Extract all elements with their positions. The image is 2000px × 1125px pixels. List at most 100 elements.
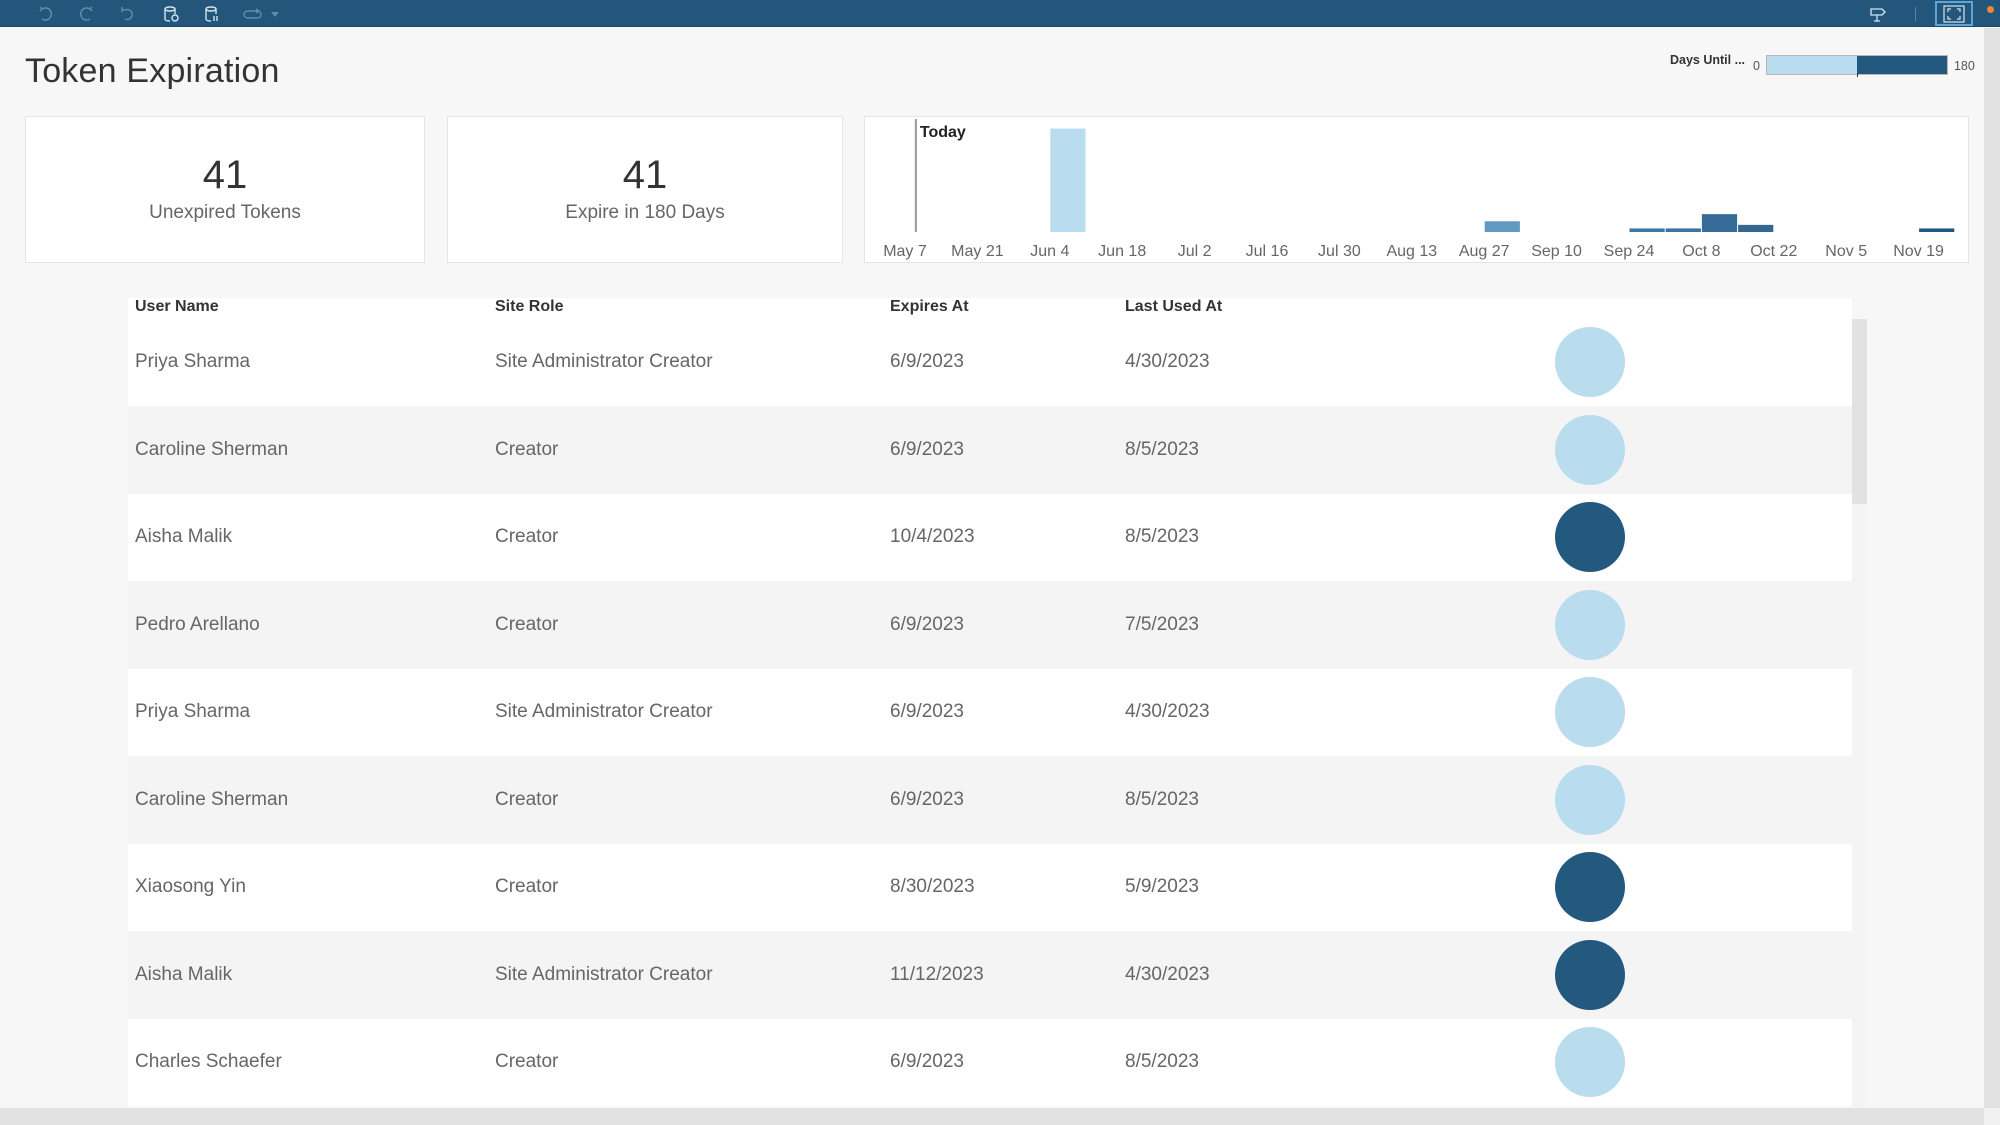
cell-last-used: 8/5/2023 <box>1125 788 1199 810</box>
histogram-svg: Today May 7 May 21 Jun 4 Jun 18 Jul 2 Jul 16 Ju… <box>883 119 1955 260</box>
x-tick-label: Jul 16 <box>1246 243 1289 260</box>
table-row[interactable]: Caroline Sherman Creator 6/9/2023 8/5/2023 <box>128 756 1852 844</box>
cell-user: Priya Sharma <box>135 351 251 372</box>
column-header-expires-at[interactable]: Expires At <box>890 298 969 316</box>
histogram-bar[interactable] <box>1701 214 1738 232</box>
cell-last-used: 8/5/2023 <box>1125 1051 1199 1073</box>
presentation-mode-button[interactable] <box>1935 1 1973 26</box>
more-dropdown-button[interactable] <box>266 3 284 24</box>
days-until-expiration-dot[interactable] <box>1555 589 1625 660</box>
table-row[interactable]: Caroline Sherman Creator 6/9/2023 8/5/2023 <box>128 406 1852 494</box>
x-tick-label: Jun 18 <box>1098 243 1146 260</box>
today-label: Today <box>920 124 966 141</box>
toolbar-separator <box>1915 7 1916 21</box>
pause-updates-button[interactable] <box>200 3 224 24</box>
revert-button[interactable] <box>116 3 140 24</box>
days-until-expiration-dot[interactable] <box>1555 677 1625 748</box>
histogram-bar[interactable] <box>1919 228 1955 232</box>
table-row[interactable]: Aisha Malik Creator 10/4/2023 8/5/2023 <box>128 493 1852 581</box>
cell-user: Caroline Sherman <box>135 438 289 460</box>
table-row[interactable]: Aisha Malik Site Administrator Creator 11/… <box>128 931 1852 1019</box>
page-vertical-scrollbar[interactable] <box>1984 28 2000 1108</box>
table-row[interactable]: Xiaosong Yin Creator 8/30/2023 5/9/2023 <box>128 843 1852 931</box>
kpi-value: 41 <box>202 153 248 197</box>
days-until-expiration-dot[interactable] <box>1555 414 1625 485</box>
cell-user: Aisha Malik <box>135 526 233 548</box>
redo-button[interactable] <box>74 3 98 24</box>
undo-button[interactable] <box>34 3 58 24</box>
device-icon <box>243 7 262 19</box>
guide-button[interactable] <box>1866 3 1890 24</box>
days-until-expiration-dot[interactable] <box>1555 1027 1625 1098</box>
database-refresh-icon <box>164 5 179 22</box>
kpi-value: 41 <box>622 153 668 197</box>
days-until-expiration-dot[interactable] <box>1555 939 1625 1010</box>
column-header-site-role[interactable]: Site Role <box>495 298 563 316</box>
cell-role: Creator <box>495 613 559 635</box>
cell-last-used: 4/30/2023 <box>1125 963 1210 985</box>
days-until-expiration-dot[interactable] <box>1555 764 1625 835</box>
undo-icon <box>39 5 52 21</box>
cell-expires: 8/30/2023 <box>890 876 975 898</box>
redo-icon <box>80 5 93 21</box>
cell-last-used: 5/9/2023 <box>1125 876 1199 898</box>
cell-role: Site Administrator Creator <box>495 701 713 723</box>
expiration-histogram[interactable]: Today May 7 May 21 Jun 4 Jun 18 Jul 2 Jul 16 Ju… <box>864 116 1969 263</box>
cell-expires: 6/9/2023 <box>890 701 964 723</box>
histogram-bar[interactable] <box>1050 128 1086 232</box>
table-row[interactable]: Charles Schaefer Creator 6/9/2023 8/5/2023 <box>128 1018 1852 1106</box>
kpi-label: Unexpired Tokens <box>149 202 301 223</box>
kpi-expire-180-days[interactable]: 41 Expire in 180 Days <box>447 116 843 263</box>
x-tick-label: Jul 2 <box>1178 243 1212 260</box>
cell-role: Site Administrator Creator <box>495 351 713 372</box>
page-horizontal-scrollbar[interactable] <box>0 1108 1984 1125</box>
cell-expires: 11/12/2023 <box>890 963 984 985</box>
x-tick-label: Oct 8 <box>1682 243 1720 260</box>
fullscreen-icon <box>1943 4 1965 23</box>
table-row[interactable]: Priya Sharma Site Administrator Creator 6/… <box>128 318 1852 406</box>
cell-role: Creator <box>495 876 559 898</box>
notification-dot <box>1987 6 1994 13</box>
x-tick-label: Sep 10 <box>1531 243 1582 260</box>
days-until-legend[interactable]: Days Until ... 0 180 <box>1670 52 1975 78</box>
cell-user: Xiaosong Yin <box>135 876 246 898</box>
cell-role: Creator <box>495 1051 559 1073</box>
table-scrollbar-thumb[interactable] <box>1852 319 1867 504</box>
table-row[interactable]: Pedro Arellano Creator 6/9/2023 7/5/2023 <box>128 581 1852 669</box>
histogram-bar[interactable] <box>1738 224 1774 232</box>
cell-last-used: 4/30/2023 <box>1125 351 1210 372</box>
legend-color-ramp[interactable] <box>1765 55 1948 77</box>
days-until-expiration-dot[interactable] <box>1555 502 1625 573</box>
cell-user: Pedro Arellano <box>135 613 260 635</box>
histogram-bar[interactable] <box>1665 228 1701 232</box>
token-table: User Name Site Role Expires At Last Used… <box>128 298 1852 1108</box>
kpi-label: Expire in 180 Days <box>565 202 725 223</box>
device-preview-button[interactable] <box>238 3 268 24</box>
x-tick-label: Nov 19 <box>1893 243 1944 260</box>
dashboard-title: Token Expiration <box>25 52 280 90</box>
cell-role: Creator <box>495 788 559 810</box>
cell-last-used: 7/5/2023 <box>1125 613 1199 635</box>
table-row[interactable]: Priya Sharma Site Administrator Creator 6/… <box>128 668 1852 756</box>
cell-expires: 6/9/2023 <box>890 788 964 810</box>
cell-user: Priya Sharma <box>135 701 251 723</box>
histogram-bar[interactable] <box>1629 228 1665 232</box>
days-until-expiration-dot[interactable] <box>1555 327 1625 397</box>
cell-expires: 6/9/2023 <box>890 1051 964 1073</box>
x-tick-label: Oct 22 <box>1750 243 1797 260</box>
refresh-data-button[interactable] <box>159 3 183 24</box>
kpi-unexpired-tokens[interactable]: 41 Unexpired Tokens <box>25 116 425 263</box>
cell-role: Site Administrator Creator <box>495 963 713 985</box>
column-header-last-used-at[interactable]: Last Used At <box>1125 298 1222 316</box>
toolbar <box>0 0 2000 27</box>
x-tick-label: Sep 24 <box>1604 243 1655 260</box>
table-scrollbar[interactable] <box>1852 319 1867 1108</box>
days-until-expiration-dot[interactable] <box>1555 852 1625 923</box>
x-tick-label: Aug 27 <box>1459 243 1510 260</box>
x-tick-label: May 21 <box>951 243 1004 260</box>
histogram-bar[interactable] <box>1484 221 1520 232</box>
column-header-user-name[interactable]: User Name <box>135 298 219 316</box>
cell-expires: 6/9/2023 <box>890 613 964 635</box>
cell-expires: 10/4/2023 <box>890 526 975 548</box>
x-tick-label: Jun 4 <box>1030 243 1069 260</box>
